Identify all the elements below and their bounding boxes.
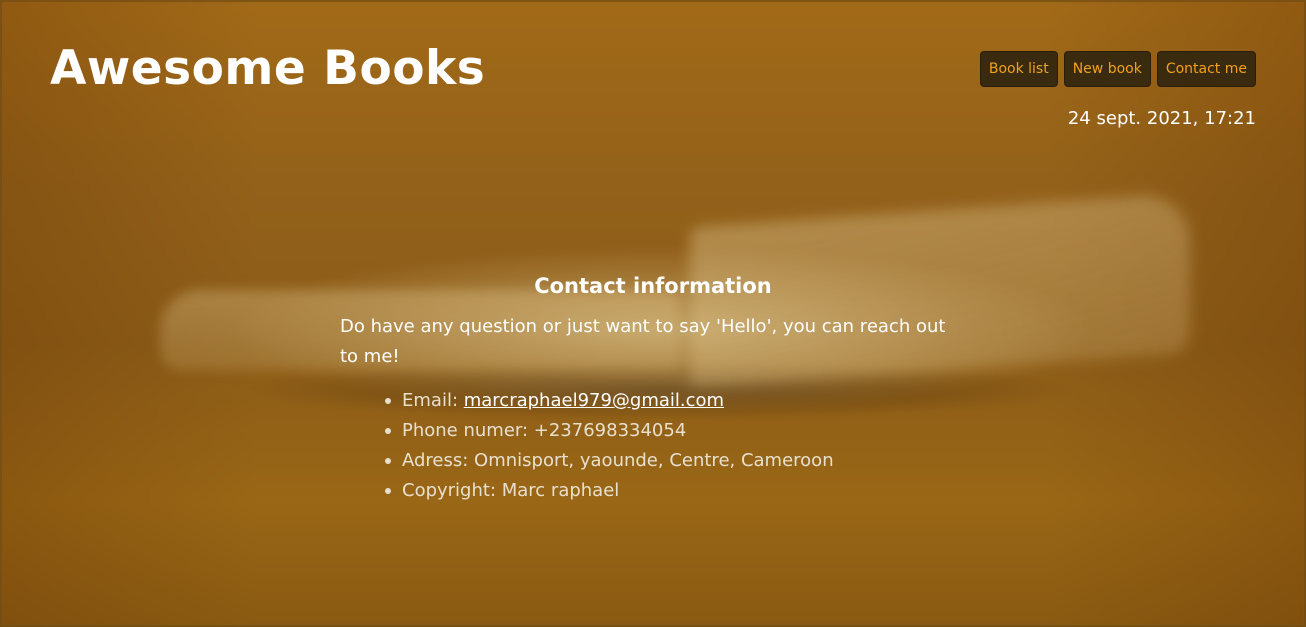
nav-new-book-button[interactable]: New book: [1063, 51, 1151, 87]
site-header: Awesome Books Book list New book Contact…: [50, 36, 1256, 136]
contact-title: Contact information: [534, 274, 772, 298]
contact-section: Contact information Do have any question…: [340, 268, 966, 506]
email-label: Email:: [402, 390, 464, 411]
contact-intro: Do have any question or just want to say…: [340, 316, 946, 367]
nav-contact-me-button[interactable]: Contact me: [1156, 51, 1256, 87]
contact-list: Email: marcraphael979@gmail.com Phone nu…: [340, 386, 966, 506]
site-title: Awesome Books: [50, 41, 486, 96]
contact-item-phone: Phone numer: +237698334054: [385, 416, 966, 446]
current-date: 24 sept. 2021, 17:21: [1067, 108, 1256, 129]
contact-item-email: Email: marcraphael979@gmail.com: [385, 386, 966, 416]
email-link[interactable]: marcraphael979@gmail.com: [464, 390, 724, 411]
main-nav: Book list New book Contact me: [979, 51, 1256, 87]
contact-item-address: Adress: Omnisport, yaounde, Centre, Came…: [385, 446, 966, 476]
contact-item-copyright: Copyright: Marc raphael: [385, 476, 966, 506]
nav-book-list-button[interactable]: Book list: [979, 51, 1058, 87]
